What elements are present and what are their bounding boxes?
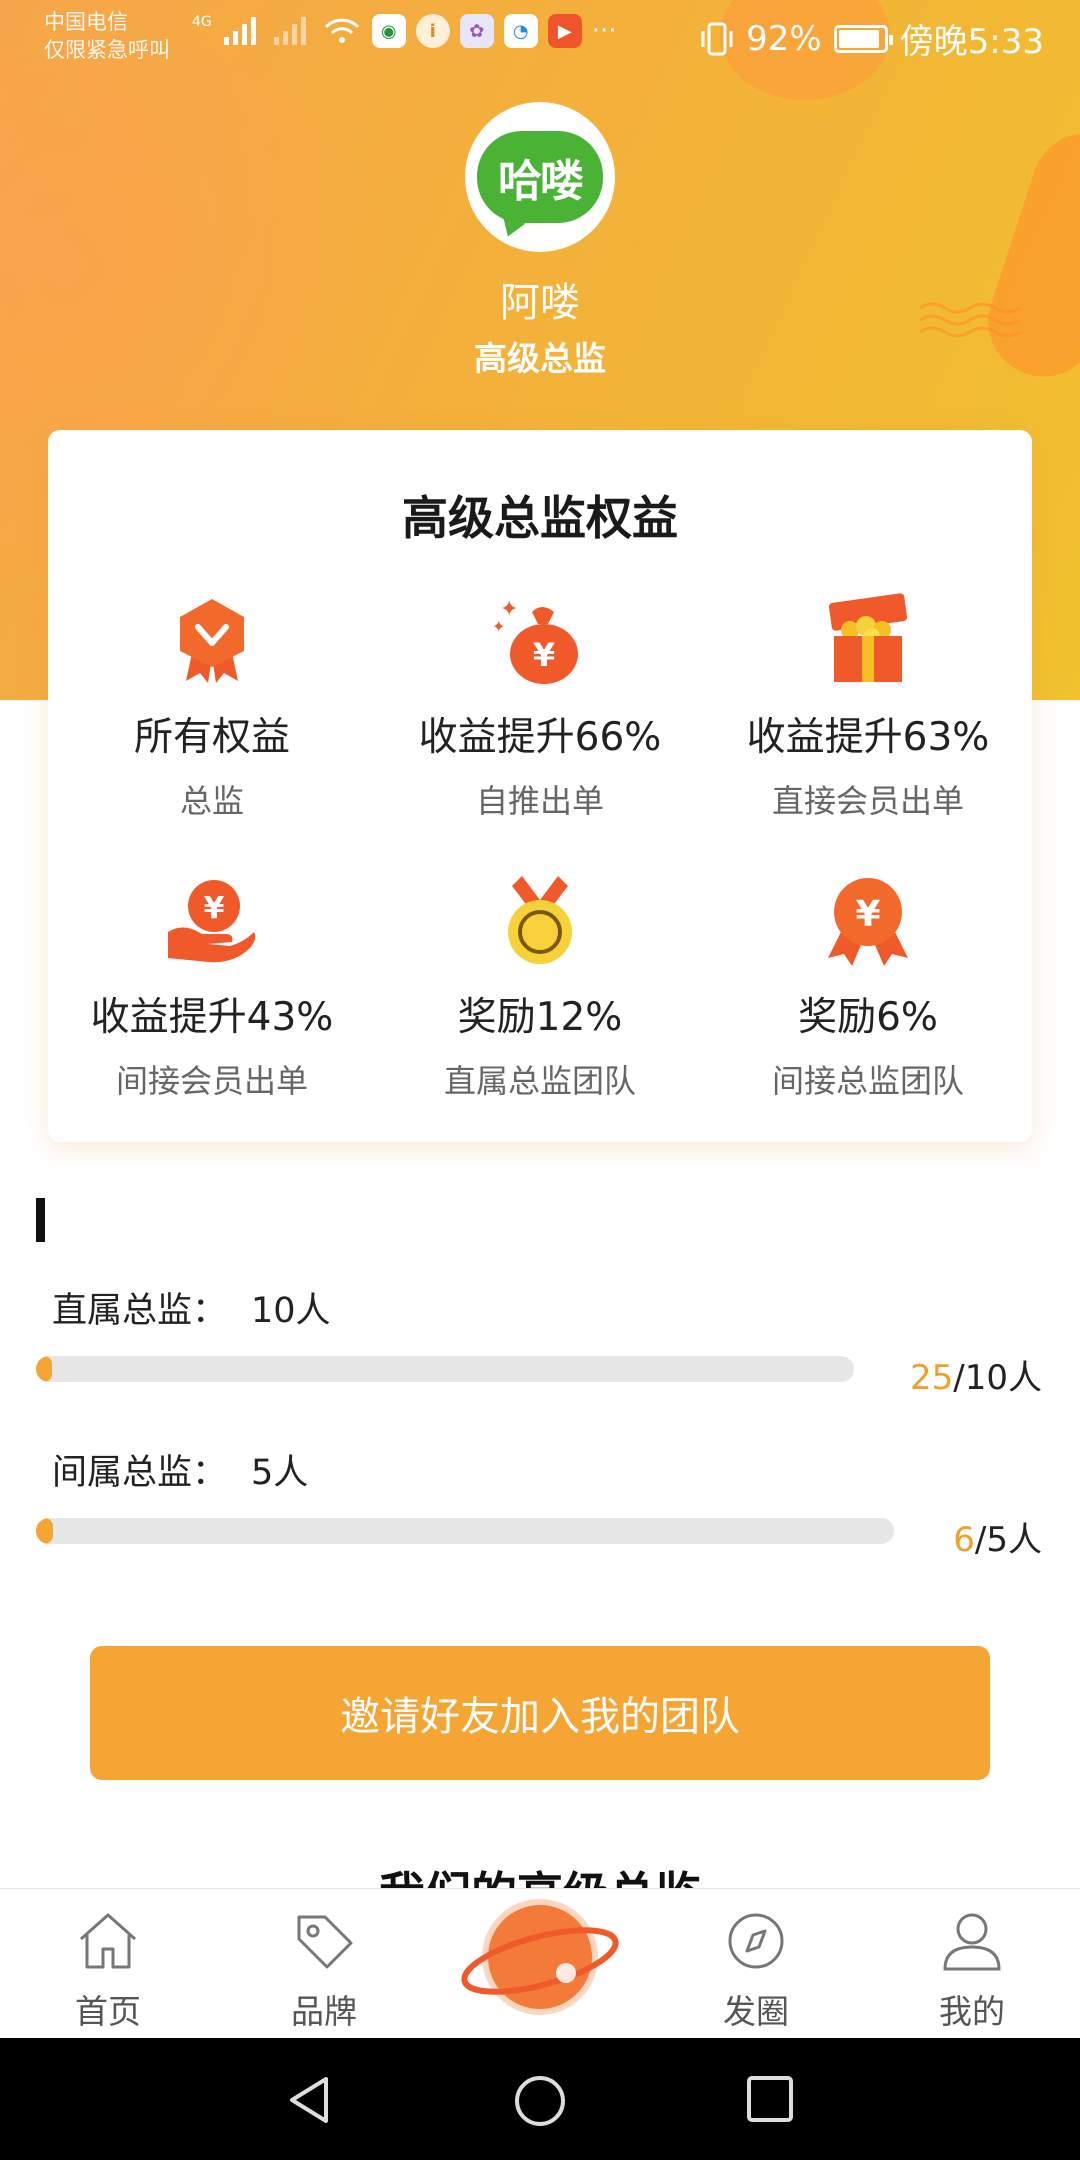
benefit-title: 奖励6%	[798, 995, 938, 1040]
status-bar: 中国电信 仅限紧急呼叫 4G ◉ i ✿ ◔ ▶ ··· 92% 傍晚5:33	[0, 0, 1080, 72]
benefits-title: 高级总监权益	[402, 491, 678, 545]
tab-mine[interactable]: 我的	[892, 1909, 1052, 2033]
user-level: 高级总监	[474, 339, 606, 378]
progress-label: 间属总监： 5人	[52, 1453, 309, 1493]
more-notifications: ···	[591, 16, 617, 46]
benefit-item: ¥ 收益提升43% 间接会员出单	[48, 872, 376, 1102]
status-right: 92% 傍晚5:33	[700, 14, 1044, 63]
invite-friends-button[interactable]: 邀请好友加入我的团队	[90, 1646, 990, 1780]
wifi-icon	[324, 18, 359, 43]
progress-fill	[36, 1518, 54, 1544]
app-notification-icon: ◉	[371, 14, 406, 48]
progress-count: 25/10人	[910, 1358, 1042, 1398]
avatar[interactable]: 哈喽	[465, 102, 615, 252]
battery-percent: 92%	[746, 18, 822, 59]
benefit-item: 收益提升63% 直接会员出单	[704, 592, 1032, 822]
badge-icon	[164, 592, 260, 688]
tab-moments[interactable]: 发圈	[676, 1909, 836, 2033]
award-ribbon-icon: ¥	[820, 872, 916, 968]
benefit-title: 所有权益	[133, 715, 290, 760]
section-marker	[36, 1198, 45, 1242]
tag-icon	[297, 1915, 353, 1969]
gift-box-icon	[820, 592, 916, 688]
svg-text:¥: ¥	[855, 894, 880, 935]
signal-icon	[223, 17, 256, 45]
app-notification-icon: ◔	[503, 14, 538, 48]
svg-text:¥: ¥	[533, 636, 555, 674]
progress-label: 直属总监： 10人	[52, 1291, 331, 1331]
benefit-item: 奖励12% 直属总监团队	[376, 872, 704, 1102]
battery-icon	[833, 24, 893, 53]
medal-icon	[492, 872, 588, 968]
benefit-subtitle: 自推出单	[475, 782, 604, 820]
benefit-item: ¥ 奖励6% 间接总监团队	[704, 872, 1032, 1102]
benefit-subtitle: 间接会员出单	[115, 1062, 308, 1100]
svg-text:¥: ¥	[204, 891, 225, 926]
bottom-tab-bar: 首页 品牌 发圈 我的	[0, 1888, 1080, 2039]
tab-label: 品牌	[291, 1992, 357, 2031]
system-nav-bar	[0, 2038, 1080, 2160]
benefit-title: 收益提升66%	[418, 715, 662, 760]
benefit-title: 收益提升43%	[90, 995, 334, 1040]
benefits-card: 高级总监权益 所有权益 总监 ✦ ✦ ¥ 收益提升66% 自推出单 收益提升63…	[48, 430, 1032, 1142]
carrier-text: 中国电信 仅限紧急呼叫	[44, 10, 170, 62]
progress-count: 6/5人	[953, 1520, 1042, 1560]
benefit-subtitle: 间接总监团队	[771, 1062, 964, 1100]
home-icon	[80, 1913, 136, 1969]
tab-label: 我的	[939, 1992, 1005, 2031]
avatar-logo: 哈喽	[477, 131, 603, 223]
benefit-subtitle: 直接会员出单	[771, 782, 964, 820]
vibrate-icon	[701, 22, 733, 55]
info-icon: i	[415, 14, 450, 48]
benefit-subtitle: 直属总监团队	[443, 1062, 636, 1100]
user-icon	[943, 1913, 1001, 1971]
clock: 傍晚5:33	[899, 22, 1044, 62]
network-label: 4G	[192, 14, 212, 30]
recents-icon[interactable]	[744, 2073, 796, 2125]
tab-label: 首页	[75, 1992, 141, 2031]
benefit-item: 所有权益 总监	[48, 592, 376, 822]
tab-home[interactable]: 首页	[28, 1909, 188, 2033]
tab-label: 发圈	[723, 1992, 789, 2031]
benefit-item: ✦ ✦ ¥ 收益提升66% 自推出单	[376, 592, 704, 822]
signal-empty-icon	[273, 17, 306, 45]
tab-center-planet[interactable]	[460, 1877, 620, 2037]
progress-track	[36, 1356, 854, 1382]
money-bag-icon: ✦ ✦ ¥	[492, 592, 588, 688]
tab-brand[interactable]: 品牌	[244, 1909, 404, 2033]
compass-icon	[728, 1913, 784, 1969]
svg-text:✦: ✦	[492, 617, 505, 636]
home-circle-icon[interactable]	[512, 2073, 568, 2129]
app-notification-icon: ✿	[459, 14, 494, 48]
hand-coin-icon: ¥	[164, 872, 260, 968]
progress-fill	[36, 1356, 53, 1382]
progress-track	[36, 1518, 894, 1544]
planet-icon	[461, 1899, 619, 2015]
video-app-icon: ▶	[547, 14, 582, 48]
benefit-title: 收益提升63%	[746, 715, 990, 760]
back-icon[interactable]	[282, 2073, 336, 2127]
user-name: 阿喽	[500, 280, 580, 326]
status-icons: 4G ◉ i ✿ ◔ ▶ ···	[192, 14, 617, 48]
benefit-subtitle: 总监	[179, 782, 244, 820]
benefit-title: 奖励12%	[457, 995, 623, 1040]
